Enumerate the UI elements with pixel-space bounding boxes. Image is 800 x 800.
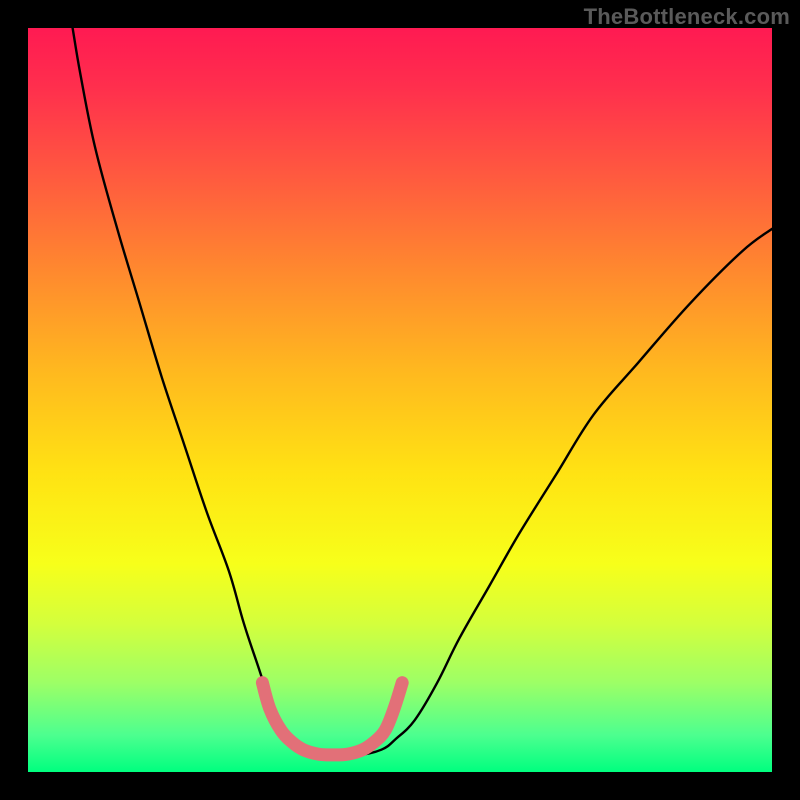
bottleneck-curve [73,28,772,756]
plot-area [28,28,772,772]
watermark-text: TheBottleneck.com [584,4,790,30]
pink-floor-band [262,683,402,755]
chart-frame: TheBottleneck.com [0,0,800,800]
curve-layer [28,28,772,772]
